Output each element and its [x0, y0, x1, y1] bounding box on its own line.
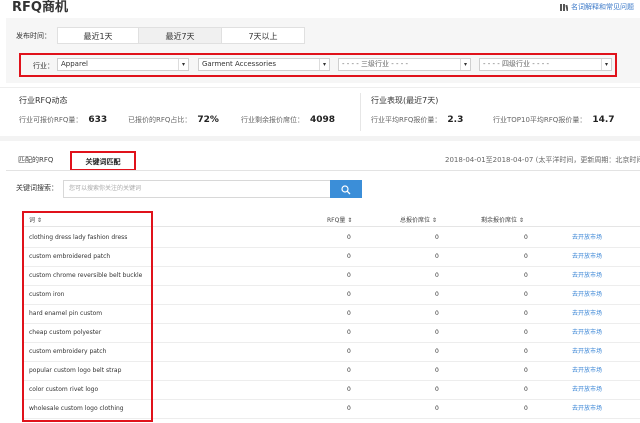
industry-performance-title: 行业表现(最近7天) [371, 96, 439, 105]
total-seats-cell: 0 [435, 386, 439, 393]
total-seats-cell: 0 [435, 405, 439, 412]
open-market-link[interactable]: 去开放市场 [572, 329, 602, 337]
total-seats-cell: 0 [435, 272, 439, 279]
industry-label: 行业： [33, 62, 54, 70]
rfq-cell: 0 [347, 291, 351, 298]
keyword-column-highlight [22, 211, 153, 422]
rfq-cell: 0 [347, 310, 351, 317]
remaining-seats-cell: 0 [524, 234, 528, 241]
tab-underline [6, 170, 640, 171]
total-seats-cell: 0 [435, 367, 439, 374]
industry-level2-select[interactable]: Garment Accessories ▾ [198, 58, 330, 71]
tab-keyword-match[interactable]: 关键词匹配 [70, 151, 136, 171]
rfq-cell: 0 [347, 329, 351, 336]
open-market-link[interactable]: 去开放市场 [572, 291, 602, 299]
date-range-text: 2018-04-01至2018-04-07 (太平洋时间，更新周期：北京时间每天… [445, 156, 640, 164]
total-seats-cell: 0 [435, 329, 439, 336]
section-divider [0, 136, 640, 141]
divider [360, 93, 361, 131]
industry-level4-placeholder: - - - - 四级行业 - - - - [483, 60, 550, 68]
open-market-link[interactable]: 去开放市场 [572, 405, 602, 413]
industry-level3-placeholder: - - - - 三级行业 - - - - [342, 60, 409, 68]
col-header-total-seats[interactable]: 总报价席位 ⇕ [400, 215, 437, 224]
time-option-7days[interactable]: 最近7天 [138, 27, 222, 44]
open-market-link[interactable]: 去开放市场 [572, 367, 602, 375]
help-link-label: 名词解释和常见问题 [571, 3, 634, 11]
page-title: RFQ商机 [12, 0, 68, 15]
industry-level4-select[interactable]: - - - - 四级行业 - - - - ▾ [479, 58, 612, 71]
open-market-link[interactable]: 去开放市场 [572, 253, 602, 261]
industry-level2-value: Garment Accessories [202, 60, 277, 68]
caret-down-icon: ▾ [319, 59, 329, 70]
open-market-link[interactable]: 去开放市场 [572, 272, 602, 280]
remaining-seats-cell: 0 [524, 405, 528, 412]
remaining-seats-cell: 0 [524, 348, 528, 355]
rfq-cell: 0 [347, 386, 351, 393]
keyword-search-label: 关键词搜索： [16, 184, 58, 192]
total-seats-cell: 0 [435, 253, 439, 260]
divider [0, 87, 640, 88]
book-icon [560, 3, 569, 11]
time-option-1day[interactable]: 最近1天 [57, 27, 139, 44]
metric-available-rfq: 行业可报价RFQ量： 633 [19, 115, 108, 125]
rfq-cell: 0 [347, 234, 351, 241]
open-market-link[interactable]: 去开放市场 [572, 310, 602, 318]
remaining-seats-cell: 0 [524, 386, 528, 393]
metric-top10-avg-quotes: 行业TOP10平均RFQ报价量： 14.7 [493, 115, 615, 125]
rfq-dynamics-title: 行业RFQ动态 [19, 96, 68, 105]
caret-down-icon: ▾ [601, 59, 611, 70]
remaining-seats-cell: 0 [524, 367, 528, 374]
metric-quoted-ratio: 已报价的RFQ占比： 72% [128, 115, 219, 125]
total-seats-cell: 0 [435, 310, 439, 317]
industry-level1-value: Apparel [61, 60, 88, 68]
tab-matched-rfq[interactable]: 匹配的RFQ [18, 155, 53, 165]
total-seats-cell: 0 [435, 234, 439, 241]
caret-down-icon: ▾ [178, 59, 188, 70]
rfq-cell: 0 [347, 348, 351, 355]
rfq-cell: 0 [347, 272, 351, 279]
help-link[interactable]: 名词解释和常见问题 [560, 2, 634, 12]
total-seats-cell: 0 [435, 348, 439, 355]
remaining-seats-cell: 0 [524, 272, 528, 279]
open-market-link[interactable]: 去开放市场 [572, 234, 602, 242]
remaining-seats-cell: 0 [524, 310, 528, 317]
metric-avg-quotes: 行业平均RFQ报价量： 2.3 [371, 115, 464, 125]
time-option-7plus[interactable]: 7天以上 [221, 27, 305, 44]
keyword-search-input[interactable]: 您可以搜索你关注的关键词 [63, 180, 331, 198]
caret-down-icon: ▾ [460, 59, 470, 70]
industry-level3-select[interactable]: - - - - 三级行业 - - - - ▾ [338, 58, 471, 71]
remaining-seats-cell: 0 [524, 253, 528, 260]
col-header-rfq[interactable]: RFQ量 ⇕ [327, 215, 352, 224]
search-icon [341, 180, 351, 199]
col-header-remaining-seats[interactable]: 剩余报价席位 ⇕ [481, 215, 524, 224]
search-button[interactable] [330, 180, 362, 198]
publish-time-label: 发布时间： [16, 32, 51, 40]
rfq-cell: 0 [347, 253, 351, 260]
open-market-link[interactable]: 去开放市场 [572, 386, 602, 394]
rfq-cell: 0 [347, 405, 351, 412]
remaining-seats-cell: 0 [524, 329, 528, 336]
open-market-link[interactable]: 去开放市场 [572, 348, 602, 356]
remaining-seats-cell: 0 [524, 291, 528, 298]
industry-level1-select[interactable]: Apparel ▾ [57, 58, 189, 71]
total-seats-cell: 0 [435, 291, 439, 298]
rfq-cell: 0 [347, 367, 351, 374]
metric-remaining-seats: 行业剩余报价席位： 4098 [241, 115, 336, 125]
